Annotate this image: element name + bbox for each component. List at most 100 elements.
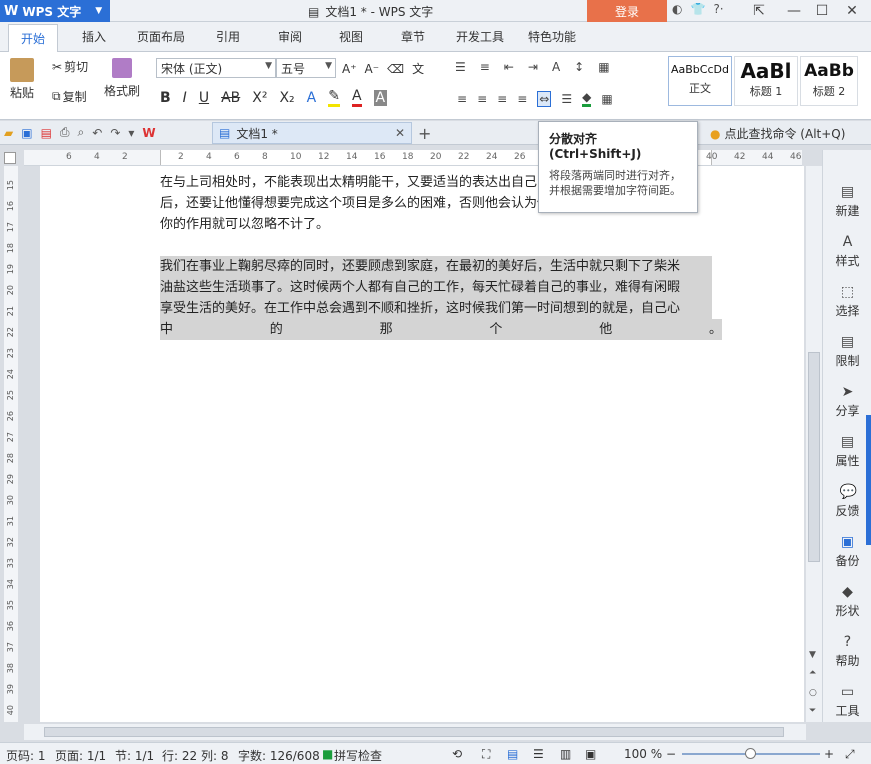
align-center-icon[interactable]: ≡	[477, 92, 487, 106]
superscript-icon[interactable]: X²	[252, 90, 267, 106]
skin-icon[interactable]: ◐	[672, 2, 682, 16]
paragraph-2-selected[interactable]: 我们在事业上鞠躬尽瘁的同时，还要顾虑到家庭，在最初的美好后，生活中就只剩下了柴米…	[160, 256, 722, 340]
text-effect-icon[interactable]: A	[307, 90, 317, 106]
font-size-select[interactable]: 五号 ▼	[276, 58, 336, 78]
justify-icon[interactable]: ≡	[517, 92, 527, 106]
tab-review[interactable]: 审阅	[278, 28, 302, 45]
shading-icon[interactable]: ◆	[582, 90, 592, 107]
scroll-thumb[interactable]	[808, 352, 820, 562]
increase-indent-icon[interactable]: ⇥	[528, 60, 538, 74]
wps-w-icon[interactable]: W	[142, 126, 155, 140]
redo-icon[interactable]: ↷	[110, 126, 120, 140]
paste-button[interactable]: 粘贴	[10, 58, 34, 101]
sort-icon[interactable]: ↕	[574, 60, 584, 74]
font-name-select[interactable]: 宋体 (正文) ▼	[156, 58, 276, 78]
table-icon[interactable]: ▦	[598, 60, 609, 74]
revision-icon[interactable]: ⟲	[452, 747, 462, 761]
tab-view[interactable]: 视图	[339, 28, 363, 45]
bold-icon[interactable]: B	[160, 90, 171, 106]
status-words[interactable]: 字数: 126/608	[238, 747, 320, 764]
new-tab-icon[interactable]: +	[418, 124, 431, 143]
fit-window-icon[interactable]: ⤢	[845, 747, 855, 762]
pdf-icon[interactable]: ▤	[41, 126, 52, 140]
tab-chapter[interactable]: 章节	[401, 28, 425, 45]
find-command[interactable]: ● 点此查找命令 (Alt+Q)	[710, 125, 845, 142]
next-page-icon[interactable]: ⏷	[809, 706, 816, 716]
style-heading2[interactable]: AaBb 标题 2	[800, 56, 858, 106]
shrink-font-icon[interactable]: A⁻	[365, 62, 380, 76]
bullets-icon[interactable]: ☰	[455, 60, 466, 74]
style-heading1[interactable]: AaBl 标题 1	[734, 56, 798, 106]
open-icon[interactable]: ▰	[4, 126, 13, 140]
sidebar-item-backup[interactable]: ▣ 备份	[823, 534, 871, 569]
chinese-layout-icon[interactable]: A	[552, 60, 560, 74]
pinyin-icon[interactable]: 文	[412, 60, 424, 77]
strikethrough-icon[interactable]: AB	[221, 90, 240, 106]
horizontal-scrollbar[interactable]	[24, 724, 806, 740]
close-button[interactable]: ✕	[838, 0, 866, 22]
zoom-out-icon[interactable]: −	[666, 747, 676, 761]
sidebar-item-select[interactable]: ⬚ 选择	[823, 284, 871, 319]
sidebar-item-help[interactable]: ? 帮助	[823, 634, 871, 669]
sidebar-item-share[interactable]: ➤ 分享	[823, 384, 871, 419]
reading-view-icon[interactable]: ▥	[560, 747, 571, 761]
tab-references[interactable]: 引用	[216, 28, 240, 45]
copy-button[interactable]: ⧉ 复制	[52, 88, 87, 105]
numbering-icon[interactable]: ≡	[480, 60, 490, 74]
maximize-button[interactable]: ☐	[808, 0, 836, 22]
sidebar-item-restrict[interactable]: ▤ 限制	[823, 334, 871, 369]
print-icon[interactable]: ⎙	[60, 125, 70, 140]
scroll-down-icon[interactable]: ▼	[809, 650, 816, 660]
login-button[interactable]: 登录	[587, 0, 667, 22]
save-icon[interactable]: ▣	[21, 126, 32, 140]
sidebar-item-properties[interactable]: ▤ 属性	[823, 434, 871, 469]
vertical-ruler[interactable]: 15 16 17 18 19 20 21 22 23 24 25 26 27 28 29 30 31 32 33 34…	[4, 166, 18, 722]
grow-font-icon[interactable]: A⁺	[342, 62, 357, 76]
customize-icon[interactable]: ▾	[128, 126, 134, 140]
zoom-level[interactable]: 100 %	[624, 747, 662, 761]
tab-stop-selector[interactable]	[4, 152, 16, 164]
app-menu-button[interactable]: W WPS 文字 ▼	[0, 0, 110, 22]
print-preview-icon[interactable]: ⌕	[78, 125, 85, 140]
sidebar-item-shape[interactable]: ◆ 形状	[823, 584, 871, 619]
subscript-icon[interactable]: X₂	[279, 90, 294, 106]
web-view-icon[interactable]: ▣	[585, 747, 596, 761]
italic-icon[interactable]: I	[183, 90, 187, 106]
style-normal[interactable]: AaBbCcDd 正文	[668, 56, 732, 106]
close-tab-icon[interactable]: ✕	[395, 126, 405, 140]
sidebar-item-style[interactable]: A 样式	[823, 234, 871, 269]
tab-developer[interactable]: 开发工具	[456, 28, 504, 45]
hscroll-thumb[interactable]	[44, 727, 784, 737]
highlight-icon[interactable]: ✎	[328, 88, 340, 107]
document-tab[interactable]: ▤ 文档1 * ✕	[212, 122, 412, 144]
vertical-scrollbar[interactable]: ▼ ⏶ ○ ⏷	[806, 166, 822, 722]
zoom-in-icon[interactable]: +	[824, 747, 834, 761]
format-painter-button[interactable]: 格式刷	[104, 58, 140, 99]
undo-icon[interactable]: ↶	[92, 126, 102, 140]
select-browse-icon[interactable]: ○	[809, 688, 817, 698]
line-spacing-icon[interactable]: ☰	[561, 92, 572, 106]
sidebar-item-feedback[interactable]: 💬 反馈	[823, 484, 871, 519]
tab-home[interactable]: 开始	[8, 24, 59, 52]
underline-icon[interactable]: U	[199, 90, 209, 106]
tab-special[interactable]: 特色功能	[528, 28, 576, 45]
tab-page-layout[interactable]: 页面布局	[137, 28, 185, 45]
document-page[interactable]	[40, 166, 804, 722]
tab-insert[interactable]: 插入	[82, 28, 106, 45]
prev-page-icon[interactable]: ⏶	[809, 668, 816, 678]
spellcheck-toggle[interactable]: 拼写检查	[334, 747, 382, 764]
clear-format-icon[interactable]: ⌫	[387, 62, 404, 76]
borders-icon[interactable]: ▦	[601, 92, 612, 106]
minimize-button[interactable]: —	[780, 0, 808, 22]
align-right-icon[interactable]: ≡	[497, 92, 507, 106]
font-color-icon[interactable]: A	[351, 88, 362, 107]
page-view-icon[interactable]: ▤	[507, 747, 518, 761]
cut-button[interactable]: ✂ 剪切	[52, 58, 88, 75]
sidebar-item-tools[interactable]: ▭ 工具	[823, 684, 871, 719]
distributed-align-icon[interactable]: ⇔	[537, 90, 552, 107]
shirt-icon[interactable]: 👕	[690, 2, 705, 16]
fullscreen-icon[interactable]: ⛶	[482, 747, 490, 762]
help-icon[interactable]: ?·	[713, 2, 723, 16]
char-shading-icon[interactable]: A	[373, 89, 388, 106]
sidebar-item-new[interactable]: ▤ 新建	[823, 184, 871, 219]
